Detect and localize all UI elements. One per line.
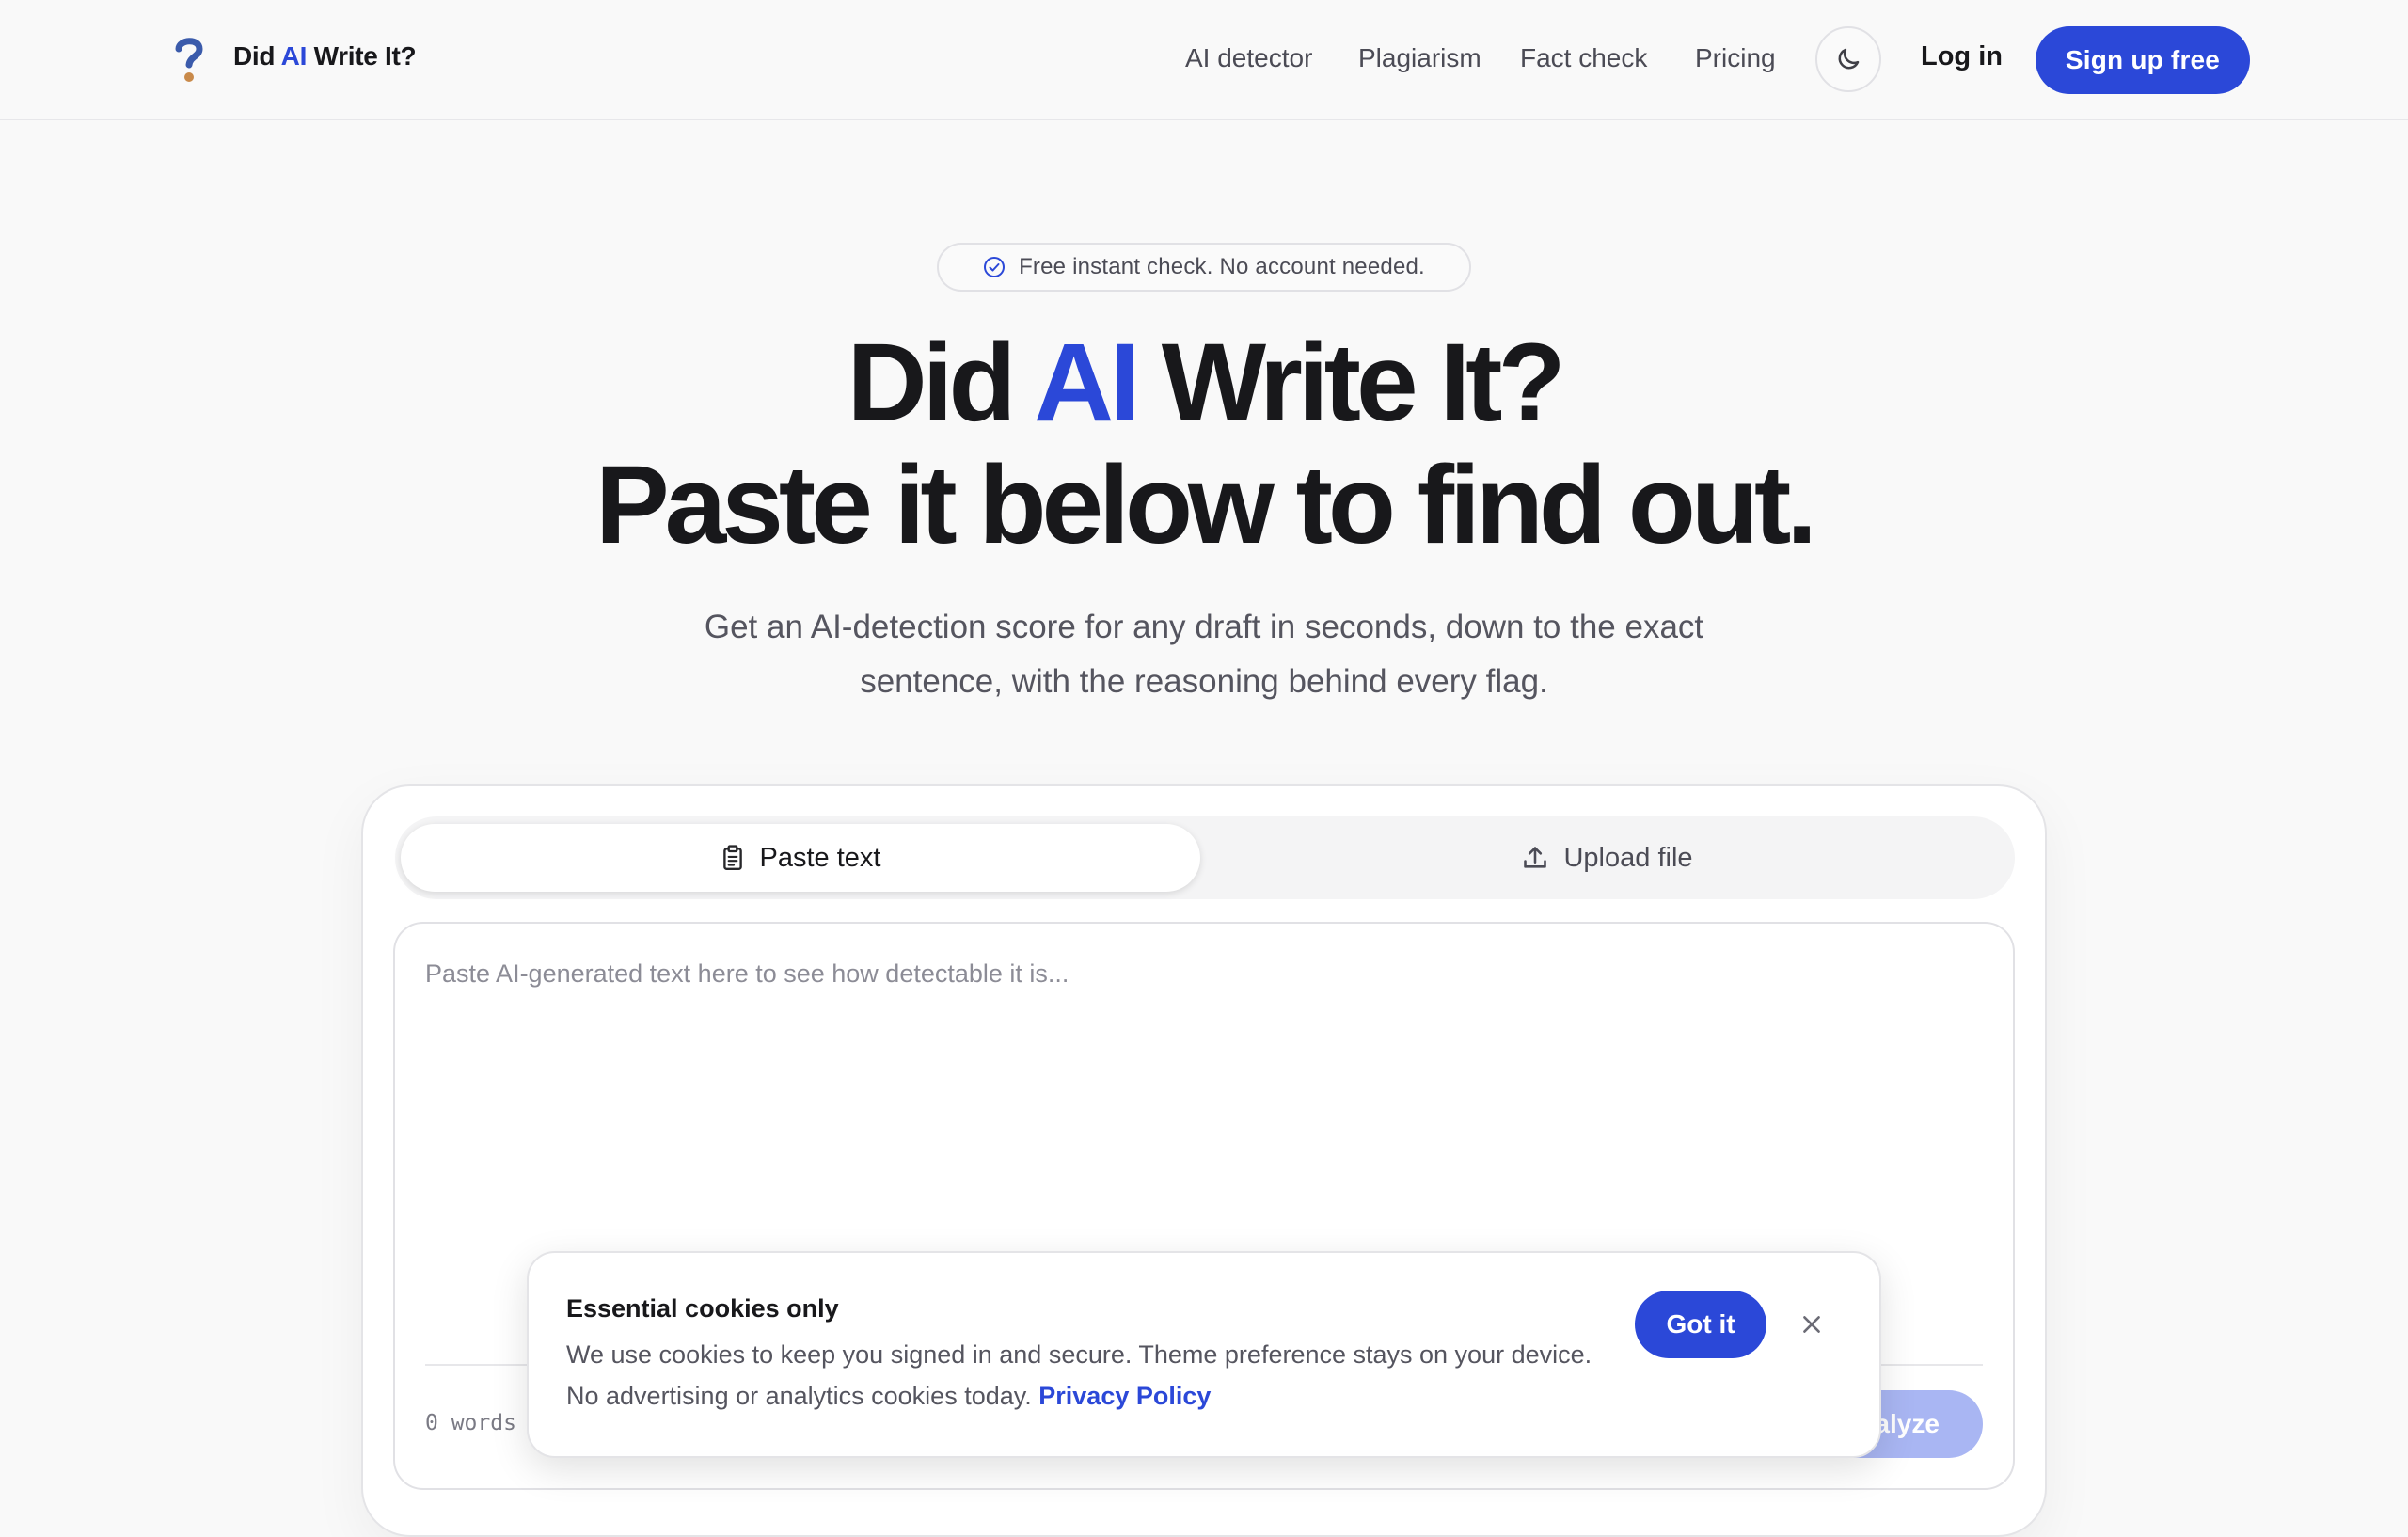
theme-toggle-button[interactable] xyxy=(1815,26,1881,92)
brand-name[interactable]: Did AI Write It? xyxy=(233,41,417,71)
cookie-accept-button[interactable]: Got it xyxy=(1635,1291,1766,1358)
text-input-placeholder: Paste AI-generated text here to see how … xyxy=(425,959,1069,988)
tab-paste-text-label: Paste text xyxy=(759,842,881,873)
brand-suffix: Write It? xyxy=(313,41,417,71)
free-check-badge: Free instant check. No account needed. xyxy=(937,243,1471,292)
nav-plagiarism[interactable]: Plagiarism xyxy=(1358,43,1481,73)
tab-paste-text[interactable]: Paste text xyxy=(401,824,1200,892)
cookie-close-button[interactable] xyxy=(1795,1307,1829,1341)
hero-title-prefix: Did xyxy=(847,321,1016,445)
upload-icon xyxy=(1524,847,1547,868)
privacy-policy-link[interactable]: Privacy Policy xyxy=(1038,1382,1211,1410)
nav-fact-check[interactable]: Fact check xyxy=(1520,43,1647,73)
login-link[interactable]: Log in xyxy=(1921,41,2003,72)
nav-ai-detector[interactable]: AI detector xyxy=(1185,43,1312,73)
badge-text: Free instant check. No account needed. xyxy=(1019,254,1425,279)
moon-icon xyxy=(1838,48,1860,70)
tab-upload-file-label: Upload file xyxy=(1563,842,1693,873)
word-count: 0 words xyxy=(425,1411,516,1435)
question-mark-logo-icon[interactable] xyxy=(169,34,209,85)
signup-button[interactable]: Sign up free xyxy=(2036,26,2250,94)
brand-prefix: Did xyxy=(233,41,276,71)
cookie-banner-text: We use cookies to keep you signed in and… xyxy=(566,1334,1601,1417)
site-header: Did AI Write It? AI detector Plagiarism … xyxy=(0,0,2408,120)
hero-title-line-1: Did AI Write It? xyxy=(0,327,2408,438)
close-icon xyxy=(1803,1316,1820,1333)
nav-pricing[interactable]: Pricing xyxy=(1695,43,1776,73)
tab-upload-file[interactable]: Upload file xyxy=(1208,824,2007,892)
clipboard-icon xyxy=(722,845,742,871)
hero-title-line-2: Paste it below to find out. xyxy=(594,443,1817,567)
hero-subtitle: Get an AI-detection score for any draft … xyxy=(704,609,1704,700)
hero-title-accent: AI xyxy=(1033,321,1140,445)
cookie-banner-title: Essential cookies only xyxy=(566,1294,839,1323)
hero-title-suffix: Write It? xyxy=(1161,321,1566,445)
check-circle-icon xyxy=(984,257,1006,277)
brand-accent: AI xyxy=(280,41,308,71)
